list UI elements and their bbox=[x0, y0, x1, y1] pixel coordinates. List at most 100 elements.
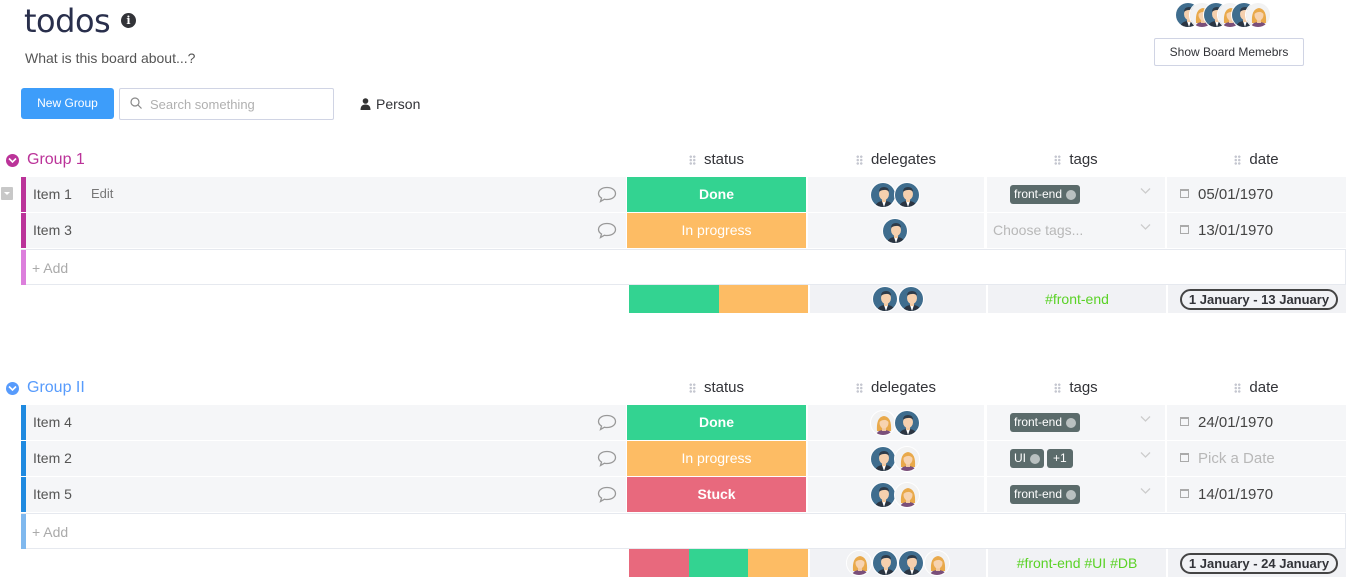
status-cell[interactable]: Stuck bbox=[627, 477, 806, 512]
show-board-members-button[interactable]: Show Board Memebrs bbox=[1154, 38, 1304, 66]
chevron-down-icon[interactable] bbox=[1140, 487, 1151, 495]
more-tags-chip[interactable]: +1 bbox=[1047, 449, 1073, 468]
column-header-date[interactable]: date bbox=[1167, 379, 1346, 396]
status-summary-bar[interactable] bbox=[629, 549, 809, 577]
avatar-man[interactable] bbox=[870, 181, 896, 208]
avatar-man[interactable] bbox=[872, 286, 898, 312]
avatar-man[interactable] bbox=[898, 286, 924, 312]
item-name[interactable]: Item 2 bbox=[33, 450, 72, 466]
avatar-man[interactable] bbox=[870, 481, 896, 508]
item-name[interactable]: Item 3 bbox=[33, 222, 72, 238]
remove-tag-icon[interactable] bbox=[1066, 489, 1077, 500]
date-value[interactable]: 05/01/1970 bbox=[1198, 186, 1273, 203]
tag-chip[interactable]: front-end bbox=[1010, 485, 1081, 504]
avatar-man[interactable] bbox=[882, 217, 908, 244]
drag-handle-icon[interactable] bbox=[1234, 382, 1242, 393]
item-name-cell[interactable]: Item 2 bbox=[26, 441, 626, 476]
search-box[interactable] bbox=[119, 88, 334, 120]
add-item-input[interactable]: + Add bbox=[32, 260, 68, 276]
column-header-delegates[interactable]: delegates bbox=[808, 151, 984, 168]
table-row[interactable]: Item 4 Done front-end 24/01/1970 bbox=[21, 405, 1346, 440]
avatar-man[interactable] bbox=[872, 550, 898, 576]
item-name[interactable]: Item 5 bbox=[33, 486, 72, 502]
column-header-tags[interactable]: tags bbox=[987, 151, 1165, 168]
status-cell[interactable]: In progress bbox=[627, 213, 806, 248]
comment-icon[interactable] bbox=[597, 486, 617, 503]
avatar-man[interactable] bbox=[898, 550, 924, 576]
item-name[interactable]: Item 4 bbox=[33, 414, 72, 430]
edit-link[interactable]: Edit bbox=[91, 186, 113, 201]
table-row[interactable]: Item 2 In progress UI +1 Pick a Date bbox=[21, 441, 1346, 476]
tags-cell[interactable]: front-end bbox=[987, 177, 1165, 212]
item-name-cell[interactable]: Item 1 Edit bbox=[26, 177, 626, 212]
board-description[interactable]: What is this board about...? bbox=[25, 50, 195, 66]
drag-handle-icon[interactable] bbox=[1234, 154, 1242, 165]
avatar-woman[interactable] bbox=[894, 445, 920, 472]
avatar-woman[interactable] bbox=[1245, 2, 1271, 28]
status-cell[interactable]: Done bbox=[627, 405, 806, 440]
person-filter[interactable]: Person bbox=[360, 96, 420, 112]
new-group-button[interactable]: New Group bbox=[21, 88, 114, 119]
date-value[interactable]: 13/01/1970 bbox=[1198, 222, 1273, 239]
table-row[interactable]: Item 3 In progress Choose tags... 13/01/… bbox=[21, 213, 1346, 248]
add-item-row[interactable]: + Add bbox=[21, 249, 1346, 285]
avatar-man[interactable] bbox=[870, 445, 896, 472]
column-header-status[interactable]: status bbox=[627, 379, 806, 396]
table-row[interactable]: Item 5 Stuck front-end 14/01/1970 bbox=[21, 477, 1346, 512]
group-header[interactable]: Group II bbox=[6, 379, 85, 397]
delegates-cell[interactable] bbox=[808, 177, 984, 212]
group-title[interactable]: Group 1 bbox=[27, 151, 85, 169]
date-placeholder[interactable]: Pick a Date bbox=[1198, 450, 1275, 467]
chevron-down-icon[interactable] bbox=[6, 153, 19, 167]
add-item-input[interactable]: + Add bbox=[32, 524, 68, 540]
date-value[interactable]: 14/01/1970 bbox=[1198, 486, 1273, 503]
drag-handle-icon[interactable] bbox=[688, 382, 696, 393]
delegates-cell[interactable] bbox=[808, 405, 984, 440]
item-menu-icon[interactable] bbox=[1, 187, 13, 200]
status-cell[interactable]: Done bbox=[627, 177, 806, 212]
tag-chip[interactable]: front-end bbox=[1010, 413, 1081, 432]
tags-cell[interactable]: front-end bbox=[987, 477, 1165, 512]
info-icon[interactable]: i bbox=[121, 13, 136, 28]
tag-chip[interactable]: UI bbox=[1010, 449, 1044, 468]
drag-handle-icon[interactable] bbox=[1054, 154, 1062, 165]
drag-handle-icon[interactable] bbox=[1054, 382, 1062, 393]
remove-tag-icon[interactable] bbox=[1066, 417, 1077, 428]
date-cell[interactable]: Pick a Date bbox=[1167, 441, 1346, 476]
tags-cell[interactable]: Choose tags... bbox=[987, 213, 1165, 248]
date-value[interactable]: 24/01/1970 bbox=[1198, 414, 1273, 431]
search-input[interactable] bbox=[150, 89, 330, 119]
chevron-down-icon[interactable] bbox=[1140, 187, 1151, 195]
group-header[interactable]: Group 1 bbox=[6, 151, 85, 169]
column-header-delegates[interactable]: delegates bbox=[808, 379, 984, 396]
comment-icon[interactable] bbox=[597, 222, 617, 239]
date-cell[interactable]: 05/01/1970 bbox=[1167, 177, 1346, 212]
tags-cell[interactable]: front-end bbox=[987, 405, 1165, 440]
chevron-down-icon[interactable] bbox=[6, 381, 19, 395]
tags-placeholder[interactable]: Choose tags... bbox=[993, 222, 1083, 238]
item-name-cell[interactable]: Item 3 bbox=[26, 213, 626, 248]
delegates-cell[interactable] bbox=[808, 441, 984, 476]
tags-cell[interactable]: UI +1 bbox=[987, 441, 1165, 476]
item-name-cell[interactable]: Item 4 bbox=[26, 405, 626, 440]
avatar-man[interactable] bbox=[894, 409, 920, 436]
delegates-cell[interactable] bbox=[808, 213, 984, 248]
item-name[interactable]: Item 1 bbox=[33, 186, 72, 202]
column-header-tags[interactable]: tags bbox=[987, 379, 1165, 396]
date-cell[interactable]: 13/01/1970 bbox=[1167, 213, 1346, 248]
drag-handle-icon[interactable] bbox=[855, 382, 863, 393]
comment-icon[interactable] bbox=[597, 414, 617, 431]
date-cell[interactable]: 24/01/1970 bbox=[1167, 405, 1346, 440]
comment-icon[interactable] bbox=[597, 450, 617, 467]
comment-icon[interactable] bbox=[597, 186, 617, 203]
board-members-avatars[interactable] bbox=[1175, 2, 1271, 32]
item-name-cell[interactable]: Item 5 bbox=[26, 477, 626, 512]
table-row[interactable]: Item 1 Edit Done front-end 05/01/1970 bbox=[21, 177, 1346, 212]
chevron-down-icon[interactable] bbox=[1140, 451, 1151, 459]
chevron-down-icon[interactable] bbox=[1140, 223, 1151, 231]
remove-tag-icon[interactable] bbox=[1066, 189, 1077, 200]
delegates-cell[interactable] bbox=[808, 477, 984, 512]
group-title[interactable]: Group II bbox=[27, 379, 85, 397]
column-header-status[interactable]: status bbox=[627, 151, 806, 168]
drag-handle-icon[interactable] bbox=[855, 154, 863, 165]
